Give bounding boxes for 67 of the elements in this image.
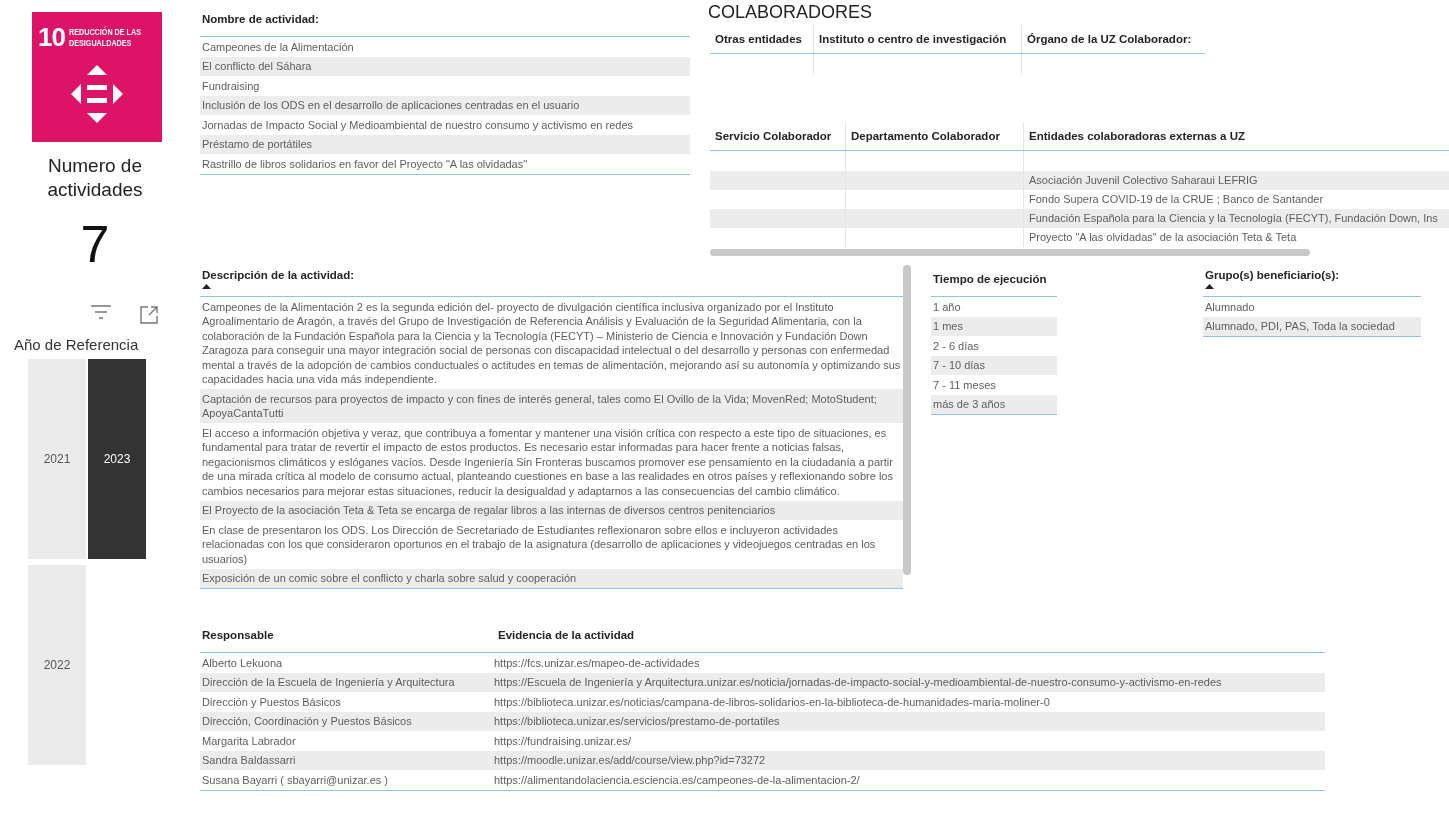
sdg-title: REDUCCIÓN DE LAS <box>68 26 141 38</box>
table-cell-text: En clase de presentaron los ODS. Los Dirección de Secretariado de Estudiantes reflexionaron sobre ellos e incluyeron actividades relacionadas con los que consideraron oportunos en el trabajo de la asignatura (desarrollo de aplicaciones y videojuegos centradas en los usuarios) <box>201 522 877 567</box>
filter-icon[interactable] <box>90 304 112 320</box>
table-cell: Asociación Juvenil Colectivo Saharaui LEFRIG <box>1023 171 1449 190</box>
table-cell-text: Campeones de la Alimentación <box>201 39 355 55</box>
sort-arrow-icon[interactable] <box>1205 284 1214 289</box>
sdg-title: DESIGUALDADES <box>68 37 133 49</box>
horizontal-scrollbar[interactable] <box>710 249 1310 256</box>
section-title: COLABORADORES <box>708 2 874 23</box>
column-header[interactable]: Otras entidades <box>710 25 813 53</box>
table-cell-text: Dirección y Puestos Básicos <box>201 694 342 710</box>
column-header[interactable]: Servicio Colaborador <box>710 122 845 150</box>
table-cell-text: https://Escuela de Ingeniería y Arquitectura.unizar.es/noticia/jornadas-de-impacto-social-y-medioambiental-de-nuestro-consumo-y-activismo-en-redes <box>493 675 1223 690</box>
table-cell-text: El Proyecto de la asociación Teta & Teta se encarga de regalar libros a las internas de diversos centros penitenciarios <box>201 503 777 518</box>
sdg-number: 10 <box>38 22 65 53</box>
year-tile[interactable]: 2022 <box>28 565 86 765</box>
table-cell-text: 1 mes <box>932 319 964 334</box>
column-header[interactable]: Departamento Colaborador <box>845 122 1023 150</box>
table-cell-text: Campeones de la Alimentación 2 es la segunda edición del- proyecto de divulgación científica inclusiva organizado por el Instituto Agroalimentario de Aragón, a través del Grupo de Investigación de Referencia Análisis y Evaluación de la Seguridad Alimentaria, con la colaboración de la Fundación Española para la Ciencia y la Tecnología (FECYT) – Ministerio de Ciencia e Innovación y Fundación Down Zaragoza para conseguir una mayor integración social de personas con discapacidad intelectual o del desarrollo y personas con enfermedad mental a través de la adopción de cambios conductuales o actitudes en temas de alimentación, mejorando así su autonomía y optimizando sus capacidades hacia una vida más independiente. <box>201 299 902 387</box>
column-header[interactable]: Descripción de la actividad: <box>200 266 903 292</box>
column-header[interactable]: Órgano de la UZ Colaborador: <box>1021 25 1205 53</box>
year-tile[interactable]: 2023 <box>88 359 146 559</box>
table-cell-text: Fundraising <box>201 78 261 94</box>
table-cell-text: Captación de recursos para proyectos de impacto y con fines de interés general, tales como El Ovillo de la Vida; MovenRed; MotoStudent; ApoyaCantaTutti <box>201 391 878 421</box>
column-header[interactable]: Tiempo de ejecución <box>931 266 1057 292</box>
column-header[interactable]: Nombre de actividad: <box>200 6 690 32</box>
table-cell-text: 2 - 6 días <box>932 338 980 354</box>
table-cell-text: https://biblioteca.unizar.es/servicios/prestamo-de-portatiles <box>493 714 781 729</box>
table-cell-text: Margarita Labrador <box>201 733 297 749</box>
column-header[interactable]: Entidades colaboradoras externas a UZ <box>1023 122 1449 150</box>
table-cell-text: https://biblioteca.unizar.es/noticias/campana-de-libros-solidarios-en-la-biblioteca-de-humanidades-maria-moliner-0 <box>493 694 1051 710</box>
table-cell-text: 7 - 11 meses <box>932 377 997 393</box>
column-header[interactable]: Instituto o centro de investigación <box>813 25 1021 53</box>
table-cell-text: Préstamo de portátiles <box>201 137 314 152</box>
equality-arrows-icon <box>69 63 125 125</box>
table-cell-text: El conflicto del Sáhara <box>201 59 313 74</box>
table-cell-text: Dirección, Coordinación y Puestos Básicos <box>201 714 413 729</box>
table-cell-text: Sandra Baldassarri <box>201 753 297 768</box>
table-cell-text: Susana Bayarri ( sbayarri@unizar.es ) <box>201 772 390 788</box>
table-cell-text: https://alimentandolaciencia.esciencia.es/campeones-de-la-alimentacion-2/ <box>493 772 861 788</box>
table-cell-text: Exposición de un comic sobre el conflicto y charla sobre salud y cooperación <box>201 571 578 586</box>
table-cell-text: Alberto Lekuona <box>201 655 284 671</box>
table-cell-text: 7 - 10 días <box>932 358 986 373</box>
vertical-scrollbar[interactable] <box>903 265 911 575</box>
sort-arrow-icon[interactable] <box>202 284 211 289</box>
table-cell-text: https://fundraising.unizar.es/ <box>493 733 632 749</box>
table-cell: Proyecto "A las olvidadas" de la asociación Teta & Teta <box>1023 228 1449 247</box>
year-tile[interactable]: 2021 <box>28 359 86 559</box>
table-cell-text: El acceso a información objetiva y veraz, que contribuya a fomentar y mantener una visión crítica con respecto a este tipo de situaciones, es fundamental para tratar de revertir el impacto de estos productos. Es necesario estar informadas para hacer frente a noticias falsas, negacionismos climáticos y eslóganes vacíos. Desde Ingeniería Sin Fronteras buscamos promover ese pensamiento en la ciudadanía a partir de una mirada crítica al modelo de consumo actual, planteando cuestiones en base a las realidades en otros países y reflexionando sobre los cambios necesarios para mejorar estas situaciones, reducir la desigualdad y adaptarnos a las consecuencias del cambio climático. <box>201 425 894 499</box>
table-cell-text: Rastrillo de libros solidarios en favor del Proyecto "A las olvidadas" <box>201 156 529 172</box>
kpi-value: 7 <box>80 216 110 272</box>
table-cell-text: Alumnado, PDI, PAS, Toda la sociedad <box>1204 319 1396 334</box>
table-cell: Fundación Española para la Ciencia y la Tecnología (FECYT), Fundación Down, Ins <box>1023 209 1449 228</box>
table-cell-text: 1 año <box>932 299 962 315</box>
table-cell-text: Dirección de la Escuela de Ingeniería y Arquitectura <box>201 675 456 690</box>
expand-icon[interactable] <box>138 304 160 326</box>
table-cell-text: Alumnado <box>1204 299 1256 315</box>
column-header[interactable]: Grupo(s) beneficiario(s): <box>1203 266 1421 292</box>
column-header[interactable]: Evidencia de la actividad <box>496 622 1325 648</box>
slicer-title: Año de Referencia <box>14 336 139 353</box>
table-cell-text: Jornadas de Impacto Social y Medioambiental de nuestro consumo y activismo en redes <box>201 117 635 133</box>
column-header[interactable]: Responsable <box>200 622 496 648</box>
table-cell-text: https://fcs.unizar.es/mapeo-de-actividades <box>493 655 701 671</box>
table-cell-text: Inclusión de los ODS en el desarrollo de aplicaciones centradas en el usuario <box>201 98 581 113</box>
table-cell-text: https://moodle.unizar.es/add/course/view.php?id=73272 <box>493 753 767 768</box>
kpi-label: Numero de actividades <box>46 154 144 202</box>
table-cell-text: más de 3 años <box>932 397 1007 412</box>
